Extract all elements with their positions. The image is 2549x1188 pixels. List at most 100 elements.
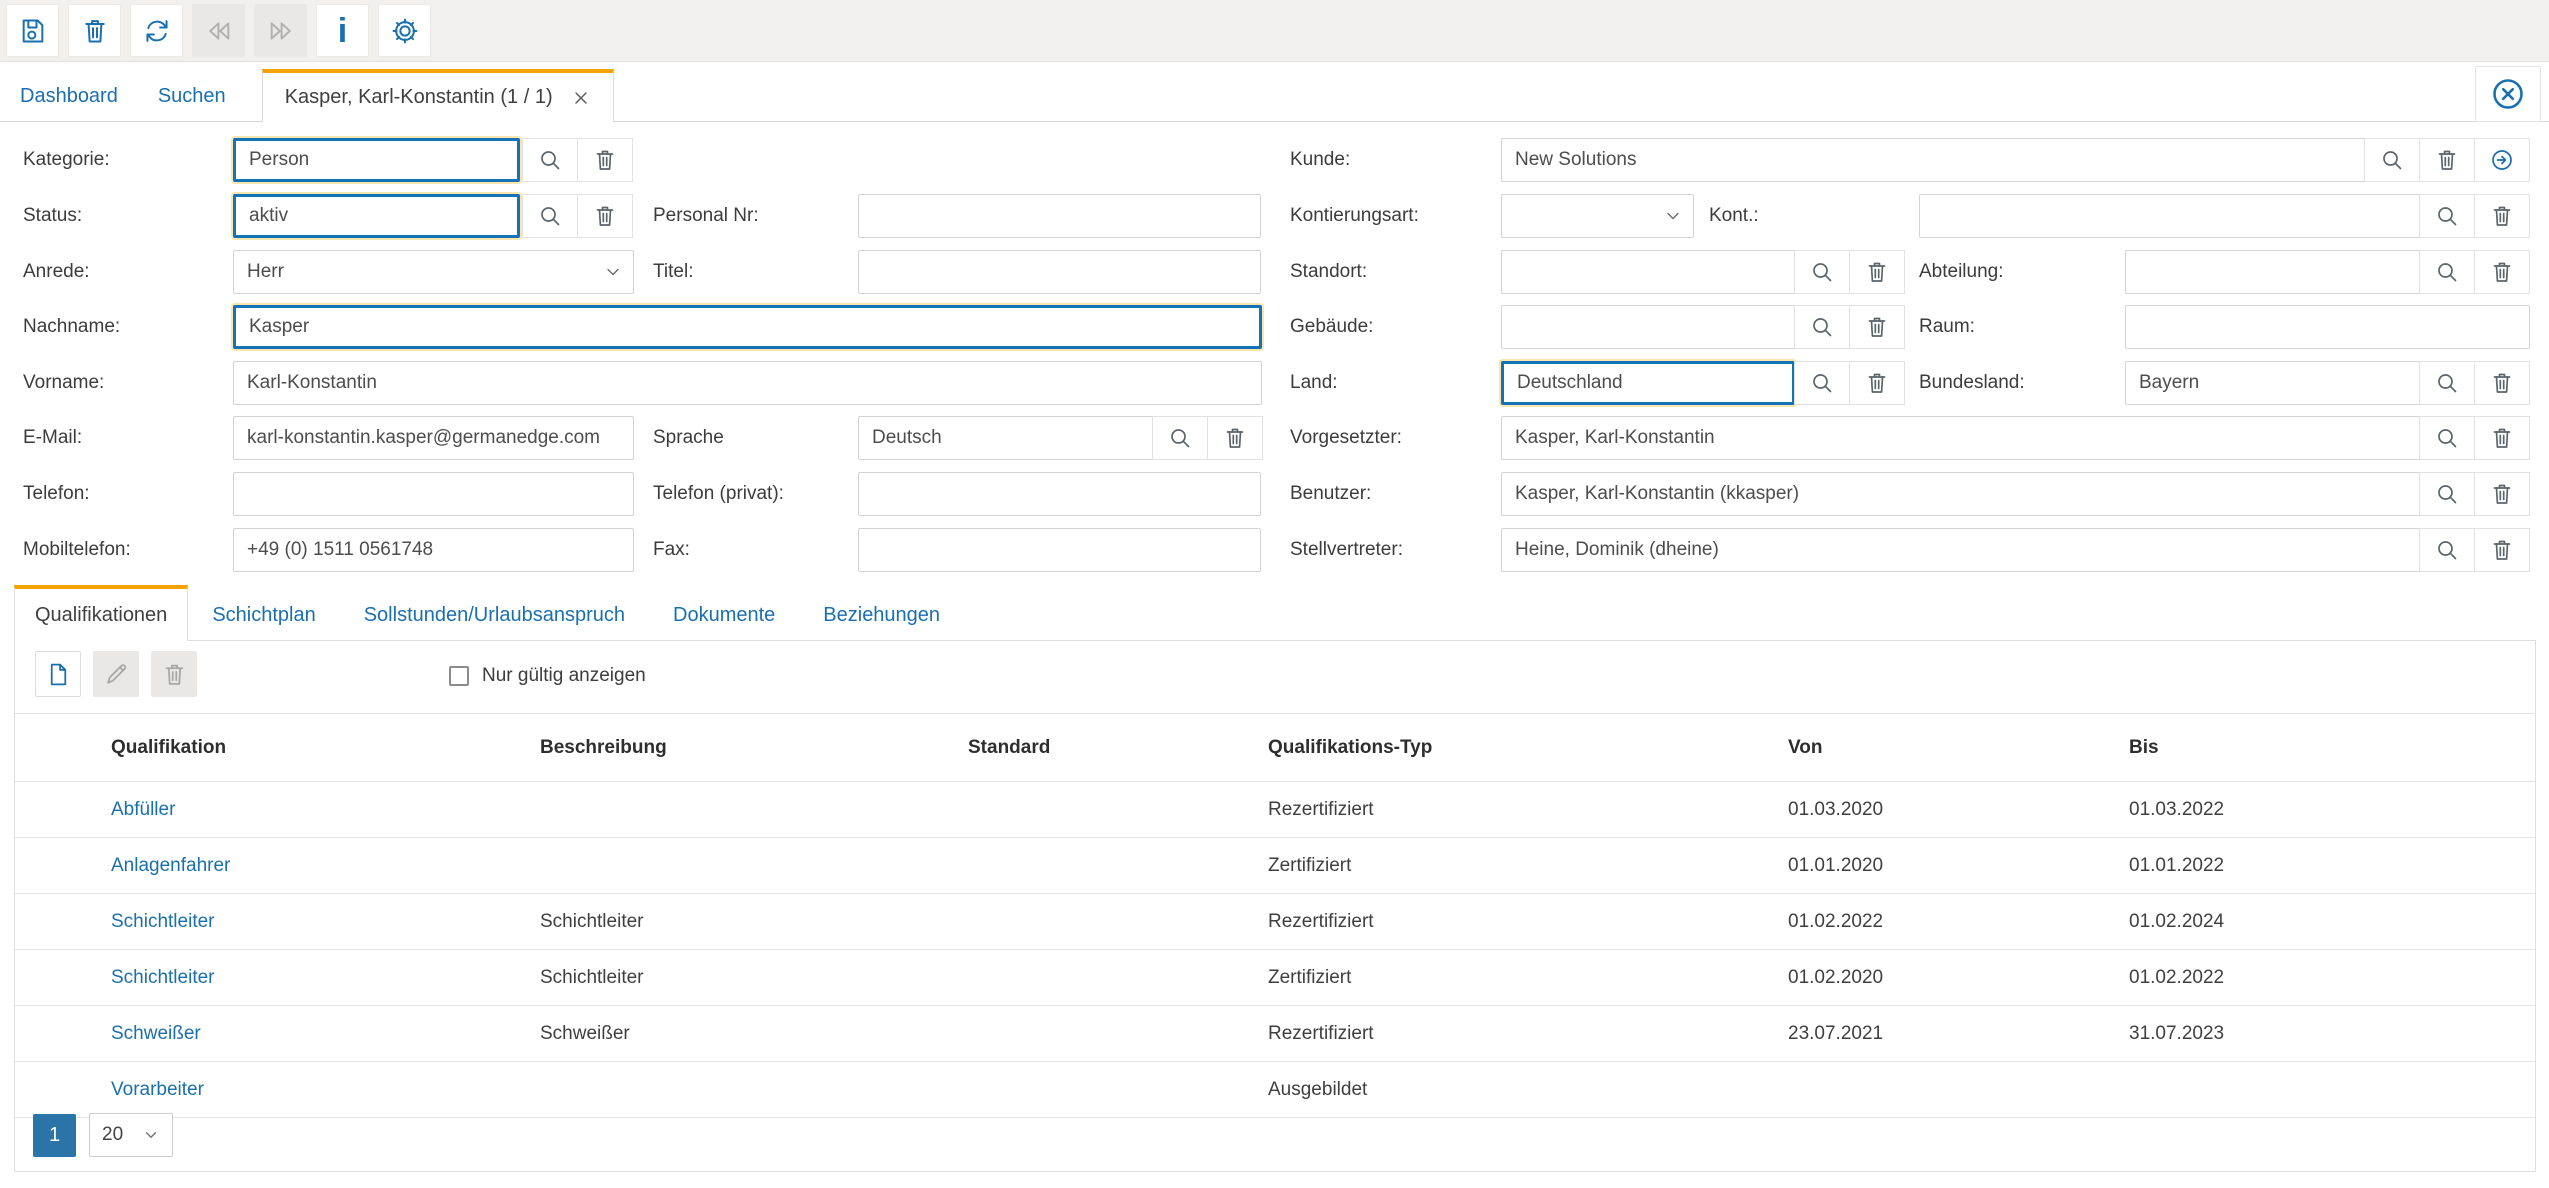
gebaeude-search-button[interactable] [1794, 305, 1850, 349]
benutzer-clear-button[interactable] [2474, 472, 2530, 516]
save-button[interactable] [6, 4, 59, 57]
status-search-button[interactable] [522, 194, 578, 238]
vorname-input[interactable] [233, 361, 1262, 405]
close-all-button[interactable] [2475, 66, 2541, 122]
kont-input[interactable] [1919, 194, 2420, 238]
mobiltelefon-input[interactable] [233, 528, 634, 572]
delete-button[interactable] [68, 4, 121, 57]
telefon-privat-label: Telefon (privat): [653, 472, 784, 516]
raum-input[interactable] [2125, 305, 2530, 349]
sprache-search-button[interactable] [1152, 416, 1208, 460]
kunde-input[interactable] [1501, 138, 2365, 182]
stellvertreter-input[interactable] [1501, 528, 2420, 572]
kont-search-button[interactable] [2419, 194, 2475, 238]
qualification-type: Rezertifiziert [1268, 894, 1788, 950]
stellvertreter-clear-button[interactable] [2474, 528, 2530, 572]
land-input[interactable] [1501, 361, 1795, 405]
kunde-clear-button[interactable] [2419, 138, 2475, 182]
tab-suchen[interactable]: Suchen [138, 72, 246, 121]
detail-tabbar: Qualifikationen Schichtplan Sollstunden/… [14, 585, 964, 641]
status-clear-button[interactable] [577, 194, 633, 238]
abteilung-clear-button[interactable] [2474, 250, 2530, 294]
tab-dashboard[interactable]: Dashboard [0, 72, 138, 121]
bundesland-clear-button[interactable] [2474, 361, 2530, 405]
close-icon[interactable] [571, 88, 591, 108]
sprache-input[interactable] [858, 416, 1153, 460]
settings-button[interactable] [378, 4, 431, 57]
gebaeude-clear-button[interactable] [1849, 305, 1905, 349]
qualification-link[interactable]: Schweißer [15, 1006, 540, 1062]
qualification-standard [968, 894, 1268, 950]
col-von: Von [1788, 714, 2129, 782]
tab-beziehungen[interactable]: Beziehungen [799, 589, 964, 641]
tab-schichtplan[interactable]: Schichtplan [188, 589, 339, 641]
gebaeude-input[interactable] [1501, 305, 1795, 349]
status-input[interactable] [233, 194, 520, 238]
table-header-row: Qualifikation Beschreibung Standard Qual… [15, 714, 2535, 782]
delete-icon [2490, 538, 2514, 562]
titel-input[interactable] [858, 250, 1261, 294]
qualification-link[interactable]: Schichtleiter [15, 950, 540, 1006]
qualification-link[interactable]: Schichtleiter [15, 894, 540, 950]
kont-clear-button[interactable] [2474, 194, 2530, 238]
qualification-description [540, 782, 968, 838]
delete-icon [593, 148, 617, 172]
qualification-link[interactable]: Anlagenfahrer [15, 838, 540, 894]
standort-search-button[interactable] [1794, 250, 1850, 294]
telefon-privat-input[interactable] [858, 472, 1261, 516]
edit-qualification-button[interactable] [93, 651, 139, 697]
tab-sollstunden-urlaubsanspruch[interactable]: Sollstunden/Urlaubsanspruch [340, 589, 649, 641]
chevron-down-icon [603, 262, 623, 282]
refresh-button[interactable] [130, 4, 183, 57]
standort-clear-button[interactable] [1849, 250, 1905, 294]
new-qualification-button[interactable] [35, 651, 81, 697]
vorgesetzter-search-button[interactable] [2419, 416, 2475, 460]
bundesland-search-button[interactable] [2419, 361, 2475, 405]
email-label: E-Mail: [23, 416, 82, 460]
kategorie-search-button[interactable] [522, 138, 578, 182]
tab-qualifikationen[interactable]: Qualifikationen [14, 585, 188, 641]
vorgesetzter-clear-button[interactable] [2474, 416, 2530, 460]
standort-input[interactable] [1501, 250, 1795, 294]
kategorie-clear-button[interactable] [577, 138, 633, 182]
telefon-input[interactable] [233, 472, 634, 516]
qualification-type: Ausgebildet [1268, 1062, 1788, 1118]
sprache-clear-button[interactable] [1207, 416, 1263, 460]
tab-active-person[interactable]: Kasper, Karl-Konstantin (1 / 1) [262, 69, 614, 122]
page-size-select[interactable]: 20 [89, 1113, 173, 1157]
col-qualifikation: Qualifikation [15, 714, 540, 782]
save-icon [19, 17, 47, 45]
next-record-button[interactable] [254, 4, 307, 57]
valid-only-checkbox[interactable] [449, 666, 469, 686]
kunde-goto-button[interactable] [2474, 138, 2530, 182]
kategorie-input[interactable] [233, 138, 520, 182]
qualification-description [540, 1062, 968, 1118]
email-input[interactable] [233, 416, 634, 460]
benutzer-search-button[interactable] [2419, 472, 2475, 516]
fax-input[interactable] [858, 528, 1261, 572]
bundesland-input[interactable] [2125, 361, 2420, 405]
stellvertreter-label: Stellvertreter: [1290, 528, 1403, 572]
abteilung-search-button[interactable] [2419, 250, 2475, 294]
delete-qualification-button[interactable] [151, 651, 197, 697]
land-search-button[interactable] [1794, 361, 1850, 405]
previous-record-button[interactable] [192, 4, 245, 57]
tab-dokumente[interactable]: Dokumente [649, 589, 799, 641]
vorname-label: Vorname: [23, 361, 104, 405]
qualification-link[interactable]: Abfüller [15, 782, 540, 838]
anrede-select[interactable]: Herr [233, 250, 634, 294]
page-1-button[interactable]: 1 [33, 1114, 76, 1157]
info-button[interactable]: i [316, 4, 369, 57]
kontierungsart-label: Kontierungsart: [1290, 194, 1419, 238]
stellvertreter-search-button[interactable] [2419, 528, 2475, 572]
benutzer-label: Benutzer: [1290, 472, 1371, 516]
qualification-link[interactable]: Vorarbeiter [15, 1062, 540, 1118]
vorgesetzter-input[interactable] [1501, 416, 2420, 460]
kontierungsart-select[interactable] [1501, 194, 1694, 238]
abteilung-input[interactable] [2125, 250, 2420, 294]
kunde-search-button[interactable] [2364, 138, 2420, 182]
land-clear-button[interactable] [1849, 361, 1905, 405]
personal-nr-input[interactable] [858, 194, 1261, 238]
nachname-input[interactable] [233, 305, 1262, 349]
benutzer-input[interactable] [1501, 472, 2420, 516]
